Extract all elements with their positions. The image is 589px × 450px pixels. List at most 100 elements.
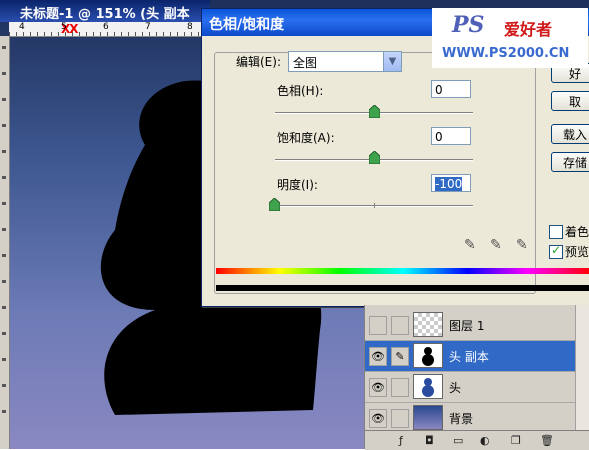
horizontal-ruler: XX 45678 xyxy=(9,22,209,37)
saturation-label: 饱和度(A): xyxy=(277,131,335,145)
ruler-tick xyxy=(93,32,94,36)
cancel-button[interactable]: 取 xyxy=(551,91,589,111)
tools-strip[interactable] xyxy=(0,36,10,449)
lightness-center-tick xyxy=(374,203,375,208)
link-toggle[interactable] xyxy=(391,409,409,428)
ruler-number: 5 xyxy=(61,22,67,32)
layer-row[interactable]: 图层 1 xyxy=(365,310,575,341)
tool-marker xyxy=(2,150,6,153)
tool-marker xyxy=(2,332,6,335)
brush-icon[interactable]: ✎ xyxy=(391,347,409,366)
lightness-label: 明度(I): xyxy=(277,178,318,192)
hue-slider-thumb[interactable] xyxy=(369,105,380,118)
new-set-icon[interactable]: ▭ xyxy=(453,434,463,447)
layer-thumbnail xyxy=(413,343,443,368)
ruler-tick xyxy=(86,32,87,36)
edit-label: 编辑(E): xyxy=(236,55,281,69)
layer-name: 头 副本 xyxy=(449,350,489,364)
ruler-tick xyxy=(65,32,66,36)
document-title: 未标题-1 @ 151% (头 副本 xyxy=(20,7,190,22)
watermark-logo: PS 爱好者 WWW.PS2000.CN xyxy=(432,8,588,68)
ruler-tick xyxy=(149,32,150,36)
eyedropper-minus-icon[interactable]: ✎ xyxy=(516,237,528,253)
layer-thumbnail xyxy=(413,312,443,337)
layers-panel: 图层 1 👁 ✎ 头 副本 👁 头 👁 背景 ƒ ◘ ▭ ◐ ❐ 🗑 xyxy=(364,305,589,450)
layer-thumbnail xyxy=(413,374,443,399)
layer-row[interactable]: 👁 头 xyxy=(365,372,575,403)
dialog-title: 色相/饱和度 xyxy=(209,17,285,33)
eye-icon[interactable]: 👁 xyxy=(369,409,387,428)
eye-icon[interactable]: 👁 xyxy=(369,378,387,397)
tool-marker xyxy=(2,176,6,179)
ruler-tick xyxy=(30,32,31,36)
ruler-tick xyxy=(114,32,115,36)
ruler-tick xyxy=(107,32,108,36)
ruler-tick xyxy=(191,32,192,36)
edit-select[interactable]: 全图 ▼ xyxy=(288,51,402,72)
layer-name: 头 xyxy=(449,381,462,395)
adjustment-layer-icon[interactable]: ◐ xyxy=(480,434,490,447)
link-toggle[interactable] xyxy=(391,316,409,335)
layer-name: 图层 1 xyxy=(449,319,485,333)
watermark-ps: PS xyxy=(452,12,485,38)
new-layer-icon[interactable]: ❐ xyxy=(511,434,521,447)
document-titlebar[interactable]: 未标题-1 @ 151% (头 副本 xyxy=(0,0,210,22)
hue-spectrum-bar xyxy=(216,268,589,274)
lightness-input[interactable]: -100 xyxy=(431,174,471,192)
lightness-slider-thumb[interactable] xyxy=(269,198,280,211)
watermark-tagline: 爱好者 xyxy=(504,20,553,39)
tool-marker xyxy=(2,228,6,231)
ruler-tick xyxy=(72,32,73,36)
tool-marker xyxy=(2,202,6,205)
ruler-tick xyxy=(121,32,122,36)
load-button[interactable]: 载入 xyxy=(551,124,589,144)
ruler-tick xyxy=(44,32,45,36)
eyedropper-icon[interactable]: ✎ xyxy=(464,237,476,253)
ruler-tick xyxy=(135,32,136,36)
colorize-label: 着色 xyxy=(565,225,589,239)
preview-label: 预览 xyxy=(565,245,589,259)
edit-select-value: 全图 xyxy=(293,56,318,70)
tool-marker xyxy=(2,254,6,257)
ruler-number: 7 xyxy=(145,22,151,32)
tool-marker xyxy=(2,280,6,283)
ruler-tick xyxy=(198,32,199,36)
preview-checkbox[interactable] xyxy=(549,243,563,259)
tool-marker xyxy=(2,306,6,309)
saturation-input[interactable]: 0 xyxy=(431,127,471,145)
layers-scrollbar[interactable] xyxy=(575,305,589,430)
hue-input[interactable]: 0 xyxy=(431,80,471,98)
ruler-tick xyxy=(37,32,38,36)
link-toggle[interactable] xyxy=(391,378,409,397)
adjustment-group xyxy=(214,52,536,294)
layer-style-icon[interactable]: ƒ xyxy=(399,434,403,447)
ruler-tick xyxy=(51,32,52,36)
layer-row[interactable]: 👁 ✎ 头 副本 xyxy=(365,341,575,372)
watermark-url: WWW.PS2000.CN xyxy=(442,46,570,61)
ruler-number: 4 xyxy=(19,22,25,32)
ruler-tick xyxy=(177,32,178,36)
tool-marker xyxy=(2,410,6,413)
tool-marker xyxy=(2,72,6,75)
ruler-tick xyxy=(163,32,164,36)
trash-icon[interactable]: 🗑 xyxy=(540,434,554,447)
layer-thumbnail xyxy=(413,405,443,430)
eyedropper-plus-icon[interactable]: ✎ xyxy=(490,237,502,253)
tool-marker xyxy=(2,358,6,361)
layer-name: 背景 xyxy=(449,412,474,426)
ruler-tick xyxy=(58,32,59,36)
ruler-tick xyxy=(100,32,101,36)
saturation-slider-thumb[interactable] xyxy=(369,151,380,164)
ruler-tick xyxy=(184,32,185,36)
tool-marker xyxy=(2,98,6,101)
add-mask-icon[interactable]: ◘ xyxy=(425,434,434,447)
save-button[interactable]: 存储 xyxy=(551,152,589,172)
colorize-checkbox[interactable] xyxy=(549,225,563,239)
visibility-toggle[interactable] xyxy=(369,316,387,335)
eye-icon[interactable]: 👁 xyxy=(369,347,387,366)
ruler-tick xyxy=(16,32,17,36)
tool-marker xyxy=(2,124,6,127)
ruler-tick xyxy=(170,32,171,36)
chevron-down-icon[interactable]: ▼ xyxy=(383,52,401,71)
tool-marker xyxy=(2,384,6,387)
